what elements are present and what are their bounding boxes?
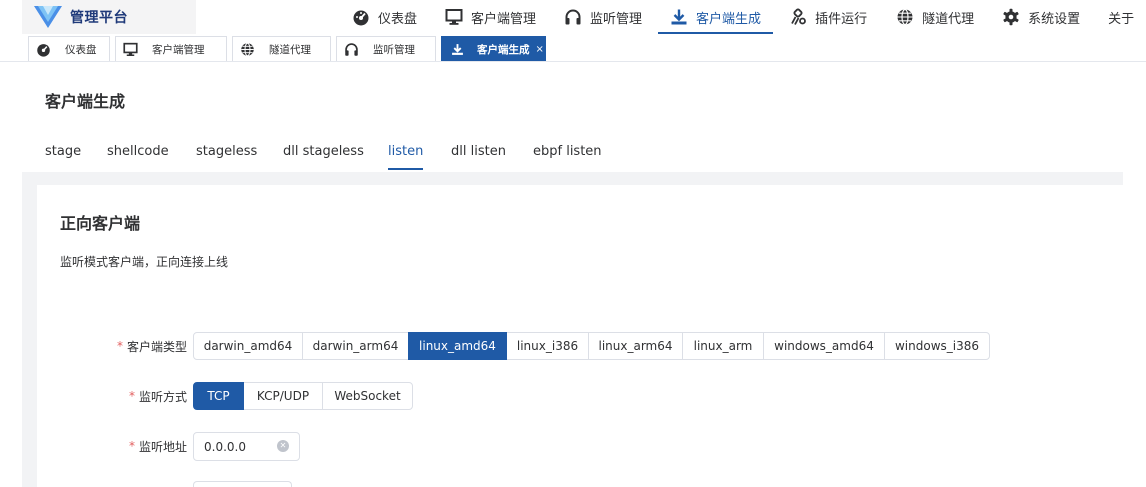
client-type-option-linux-arm64[interactable]: linux_arm64	[588, 332, 683, 360]
menu-item-label: 插件运行	[815, 11, 868, 27]
client-type-option-windows-amd64[interactable]: windows_amd64	[763, 332, 885, 360]
menu-item-label: 监听管理	[590, 11, 643, 27]
menu-item-label: 关于	[1108, 11, 1135, 27]
listen-addr-label-text: 监听地址	[138, 439, 187, 454]
tag-listener-manage[interactable]: 监听管理	[336, 36, 436, 61]
tag-dashboard[interactable]: 仪表盘	[28, 36, 110, 61]
tag-label: 监听管理	[373, 43, 415, 56]
brand[interactable]: 管理平台	[22, 0, 196, 34]
tab-dll-stageless[interactable]: dll stageless	[283, 144, 364, 172]
client-type-option-darwin-amd64[interactable]: darwin_amd64	[193, 332, 303, 360]
headphones-icon	[343, 41, 359, 57]
dashboard-icon	[35, 41, 51, 57]
menu-item-about[interactable]: 关于	[1108, 0, 1134, 34]
menu-item-listener-manage[interactable]: 监听管理	[564, 0, 642, 34]
tag-client-manage[interactable]: 客户端管理	[115, 36, 227, 61]
required-mark: *	[128, 439, 135, 453]
tab-ebpf-listen[interactable]: ebpf listen	[533, 144, 602, 172]
brand-title: 管理平台	[70, 10, 128, 26]
dashboard-icon	[352, 8, 370, 26]
plugin-icon	[789, 8, 807, 26]
globe-icon	[896, 8, 914, 26]
menu-item-client-manage[interactable]: 客户端管理	[445, 0, 536, 34]
headphones-icon	[564, 8, 582, 26]
monitor-icon	[445, 8, 463, 26]
download-icon	[670, 8, 688, 26]
menu-item-label: 系统设置	[1028, 11, 1081, 27]
clear-circle-icon[interactable]: ✕	[277, 440, 289, 452]
client-type-radio-group: darwin_amd64 darwin_arm64 linux_amd64 li…	[193, 332, 990, 360]
page-title: 客户端生成	[45, 92, 126, 111]
top-header: 管理平台 仪表盘 客户端管理 监听管理 客户端生成 插件运行 隧道代理 系统设置…	[0, 0, 1146, 34]
tag-label: 客户端生成	[477, 43, 530, 56]
tab-dll-listen[interactable]: dll listen	[451, 144, 506, 172]
listen-mode-label: * 监听方式	[80, 382, 187, 410]
tag-tunnel-proxy[interactable]: 隧道代理	[232, 36, 331, 61]
triangle-v-logo	[34, 6, 62, 28]
listen-addr-label: * 监听地址	[80, 432, 187, 460]
client-type-option-windows-i386[interactable]: windows_i386	[884, 332, 990, 360]
menu-item-system-settings[interactable]: 系统设置	[1002, 0, 1080, 34]
menu-item-tunnel-proxy[interactable]: 隧道代理	[896, 0, 974, 34]
tab-stage[interactable]: stage	[45, 144, 81, 172]
tag-label: 隧道代理	[269, 43, 311, 56]
menu-item-label: 隧道代理	[922, 11, 975, 27]
tab-shellcode[interactable]: shellcode	[107, 144, 169, 172]
menu-item-client-generate[interactable]: 客户端生成	[658, 0, 774, 34]
listen-addr-input[interactable]	[204, 439, 274, 454]
required-mark: *	[128, 389, 135, 403]
download-icon	[449, 41, 465, 57]
client-type-label-text: 客户端类型	[126, 339, 187, 354]
globe-icon	[239, 41, 255, 57]
menu-item-dashboard[interactable]: 仪表盘	[352, 0, 417, 34]
monitor-icon	[122, 41, 138, 57]
close-icon[interactable]: ×	[536, 44, 544, 55]
gear-icon	[1002, 8, 1020, 26]
main-menu: 仪表盘 客户端管理 监听管理 客户端生成 插件运行 隧道代理 系统设置 关于	[352, 0, 1134, 34]
listen-addr-input-wrapper: ✕	[193, 432, 300, 461]
tag-label: 客户端管理	[152, 43, 205, 56]
section-description: 监听模式客户端，正向连接上线	[60, 255, 229, 269]
tag-label: 仪表盘	[65, 43, 97, 56]
client-type-option-linux-arm[interactable]: linux_arm	[682, 332, 764, 360]
tags-view-bar: 仪表盘 客户端管理 隧道代理 监听管理 客户端生成 ×	[0, 34, 1146, 62]
client-type-option-linux-amd64[interactable]: linux_amd64	[408, 332, 507, 360]
listen-mode-option-websocket[interactable]: WebSocket	[322, 382, 413, 410]
client-type-option-linux-i386[interactable]: linux_i386	[506, 332, 589, 360]
next-field-input-partial[interactable]	[193, 481, 292, 487]
menu-item-plugin-run[interactable]: 插件运行	[789, 0, 867, 34]
client-type-label: * 客户端类型	[80, 332, 187, 360]
section-title: 正向客户端	[60, 214, 141, 233]
listen-mode-option-kcp-udp[interactable]: KCP/UDP	[243, 382, 323, 410]
tab-stageless[interactable]: stageless	[196, 144, 257, 172]
menu-item-label: 仪表盘	[378, 11, 418, 27]
listen-mode-radio-group: TCP KCP/UDP WebSocket	[193, 382, 413, 410]
menu-item-label: 客户端生成	[696, 11, 762, 27]
menu-item-label: 客户端管理	[471, 11, 537, 27]
required-mark: *	[116, 339, 123, 353]
tab-listen[interactable]: listen	[388, 144, 424, 172]
listen-mode-label-text: 监听方式	[138, 389, 187, 404]
listen-mode-option-tcp[interactable]: TCP	[193, 382, 244, 410]
tag-client-generate[interactable]: 客户端生成 ×	[441, 36, 546, 61]
client-type-option-darwin-arm64[interactable]: darwin_arm64	[302, 332, 409, 360]
